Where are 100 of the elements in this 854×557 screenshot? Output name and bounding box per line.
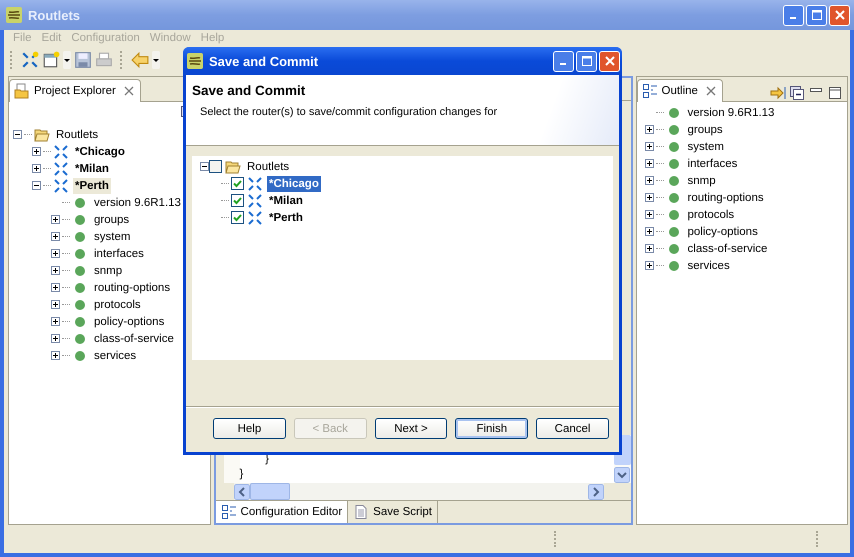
dialog-button[interactable]: Finish — [455, 418, 528, 439]
tree-item[interactable]: *Milan — [73, 160, 111, 176]
tree-item[interactable]: version 9.6R1.13 — [92, 194, 183, 210]
tree-item[interactable]: groups — [92, 212, 132, 228]
scroll-thumb[interactable] — [250, 483, 290, 500]
code-line: } — [240, 467, 244, 482]
tree-item[interactable]: Routlets — [54, 126, 100, 142]
tree-item[interactable]: services — [92, 348, 138, 364]
expander-icon[interactable] — [13, 130, 22, 139]
expander-icon[interactable] — [644, 176, 654, 185]
close-button[interactable] — [829, 4, 850, 26]
expander-icon[interactable] — [644, 125, 654, 134]
view-tab[interactable]: Outline — [636, 79, 723, 102]
tree-item[interactable]: interfaces — [92, 246, 146, 262]
expander-icon[interactable] — [51, 334, 60, 343]
expander-icon[interactable] — [644, 142, 654, 151]
router-icon — [247, 210, 263, 226]
checkbox[interactable] — [209, 160, 222, 173]
expander-icon[interactable] — [32, 181, 41, 190]
tree-item[interactable]: Routlets — [245, 158, 292, 174]
router-icon — [247, 176, 263, 192]
tree-item[interactable]: policy-options — [92, 314, 166, 330]
dialog-button[interactable]: Help — [213, 418, 286, 439]
scroll-right-icon[interactable] — [588, 484, 604, 500]
expander-icon[interactable] — [51, 300, 60, 309]
expander-icon[interactable] — [32, 164, 41, 173]
scroll-left-icon[interactable] — [234, 484, 250, 500]
expander-icon[interactable] — [644, 210, 654, 219]
expander-icon[interactable] — [51, 215, 60, 224]
tree-item[interactable]: *Milan — [267, 192, 305, 208]
horizontal-scrollbar[interactable] — [234, 483, 604, 500]
app-icon — [6, 7, 22, 23]
tree-item[interactable]: snmp — [92, 262, 124, 278]
tree-item[interactable]: policy-options — [686, 224, 760, 240]
expander-icon[interactable] — [51, 283, 60, 292]
expander-icon[interactable] — [644, 261, 654, 270]
router-icon[interactable] — [21, 51, 39, 69]
expander-icon[interactable] — [200, 162, 209, 171]
expander-icon[interactable] — [32, 147, 41, 156]
folder-icon — [34, 126, 50, 142]
close-icon[interactable] — [124, 86, 134, 96]
close-icon — [604, 56, 614, 66]
app-icon — [187, 53, 203, 69]
tree-item[interactable]: protocols — [92, 296, 143, 312]
scroll-down-icon[interactable] — [614, 467, 630, 483]
editor-tab[interactable]: Configuration Editor — [216, 501, 348, 523]
tree-item[interactable]: version 9.6R1.13 — [686, 104, 776, 120]
maximize-button[interactable] — [806, 4, 827, 26]
router-icon — [53, 160, 69, 176]
minimize-icon — [560, 63, 566, 65]
collapse-all-icon[interactable] — [789, 85, 805, 101]
expander-icon[interactable] — [51, 266, 60, 275]
dialog-title: Save and Commit — [209, 54, 318, 68]
minimize-button[interactable] — [783, 4, 804, 26]
maximize-button[interactable] — [576, 50, 597, 72]
minimize-icon — [790, 17, 796, 19]
tree-item[interactable]: class-of-service — [92, 330, 176, 346]
link-arrow-icon[interactable] — [770, 85, 786, 101]
tree-item[interactable]: *Perth — [267, 210, 305, 226]
expander-icon[interactable] — [51, 317, 60, 326]
checkbox[interactable] — [231, 177, 244, 190]
dialog-button[interactable]: Cancel — [536, 418, 609, 439]
close-icon[interactable] — [706, 86, 716, 96]
expander-icon[interactable] — [644, 159, 654, 168]
tree-item[interactable]: *Chicago — [73, 144, 127, 160]
tree-item[interactable]: services — [686, 258, 732, 274]
expander-icon[interactable] — [644, 193, 654, 202]
maximize-icon — [582, 56, 592, 66]
tree-item[interactable]: groups — [686, 122, 725, 138]
tree-item[interactable]: routing-options — [92, 280, 172, 296]
tree-item[interactable]: routing-options — [686, 190, 766, 206]
expander-icon[interactable] — [644, 227, 654, 236]
outline-icon — [220, 504, 237, 520]
expander-icon[interactable] — [51, 351, 60, 360]
view-tab-label: Project Explorer — [34, 85, 116, 97]
document-icon — [353, 504, 370, 520]
maximize-icon[interactable] — [827, 85, 843, 101]
tree-item[interactable]: protocols — [686, 206, 736, 222]
checkbox[interactable] — [231, 194, 244, 207]
view-tab-label: Outline — [662, 85, 698, 97]
tree-item[interactable]: system — [686, 138, 726, 154]
checkbox[interactable] — [231, 211, 244, 224]
expander-icon[interactable] — [51, 232, 60, 241]
view-tab[interactable]: Project Explorer — [9, 79, 141, 102]
new-file-icon[interactable] — [42, 51, 60, 69]
folder-icon — [225, 158, 241, 174]
close-icon — [834, 10, 844, 20]
editor-tab[interactable]: Save Script — [348, 501, 438, 523]
expander-icon[interactable] — [644, 244, 654, 253]
expander-icon[interactable] — [51, 249, 60, 258]
tree-item[interactable]: *Chicago — [267, 176, 321, 192]
tree-item[interactable]: class-of-service — [686, 240, 770, 256]
dialog-button[interactable]: Next > — [374, 418, 448, 439]
minimize-button[interactable] — [553, 50, 574, 72]
router-icon — [53, 178, 69, 194]
router-icon — [53, 144, 69, 160]
tree-item[interactable]: snmp — [686, 172, 718, 188]
close-button[interactable] — [599, 50, 620, 72]
tree-item[interactable]: interfaces — [686, 156, 740, 172]
tree-item[interactable]: system — [92, 228, 132, 244]
